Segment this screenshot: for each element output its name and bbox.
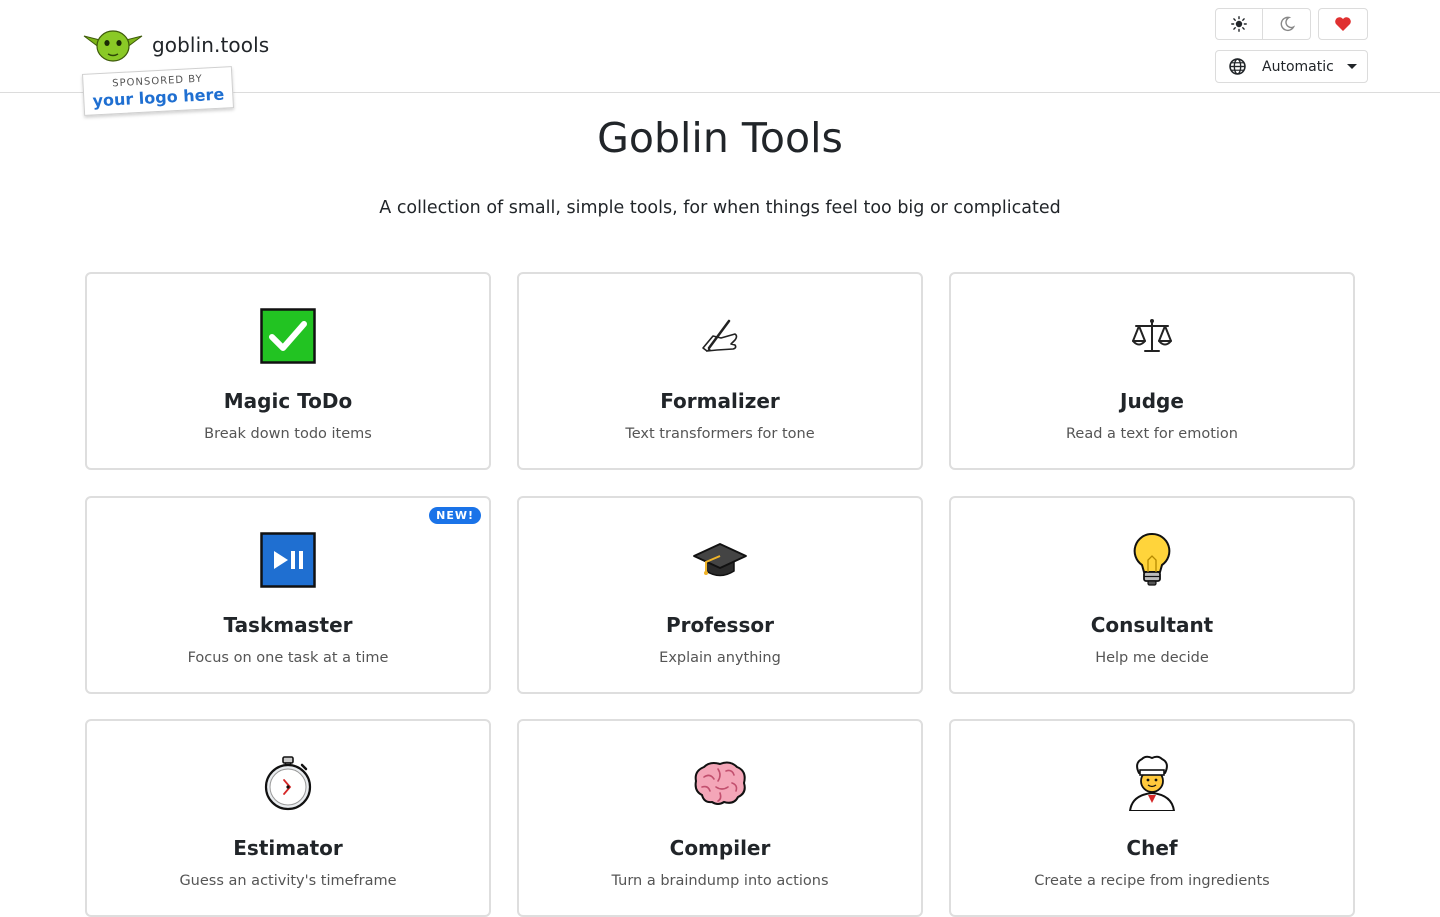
page-subtitle: A collection of small, simple tools, for… — [379, 198, 1061, 218]
brand-link[interactable]: goblin.tools — [82, 26, 269, 64]
sun-icon — [1231, 16, 1247, 32]
tool-description: Break down todo items — [204, 426, 372, 442]
tool-card-estimator[interactable]: Estimator Guess an activity's timeframe — [85, 719, 491, 917]
tool-card-chef[interactable]: Chef Create a recipe from ingredients — [949, 719, 1355, 917]
tool-title: Chef — [1126, 836, 1178, 860]
tool-description: Text transformers for tone — [625, 426, 815, 442]
tool-card-magic-todo[interactable]: Magic ToDo Break down todo items — [85, 272, 491, 470]
tool-card-professor[interactable]: Professor Explain anything — [517, 496, 923, 694]
support-button[interactable] — [1318, 8, 1368, 40]
page-title: Goblin Tools — [597, 114, 843, 162]
checkmark-icon — [260, 308, 316, 364]
chef-icon — [1128, 755, 1176, 811]
globe-icon — [1229, 58, 1246, 75]
play-pause-icon — [260, 532, 316, 588]
light-theme-button[interactable] — [1215, 8, 1263, 40]
tool-title: Formalizer — [660, 389, 780, 413]
tool-title: Taskmaster — [223, 613, 353, 637]
tool-description: Read a text for emotion — [1065, 426, 1238, 442]
graduation-cap-icon — [693, 543, 747, 577]
light-bulb-icon — [1133, 532, 1171, 586]
dark-theme-button[interactable] — [1263, 8, 1311, 40]
tool-description: Explain anything — [659, 650, 781, 666]
scales-icon — [1132, 319, 1172, 352]
language-select[interactable]: Automatic — [1215, 50, 1368, 83]
writing-hand-icon — [702, 319, 738, 352]
brand-name: goblin.tools — [152, 33, 270, 57]
brain-icon — [694, 761, 746, 805]
goblin-head-icon — [83, 30, 143, 62]
tool-title: Professor — [666, 613, 774, 637]
tool-title: Judge — [1120, 389, 1184, 413]
tool-card-taskmaster[interactable]: NEW! Taskmaster Focus on one task at a t… — [85, 496, 491, 694]
new-badge: NEW! — [429, 507, 481, 524]
tool-description: Guess an activity's timeframe — [179, 873, 397, 889]
tool-description: Help me decide — [1095, 650, 1209, 666]
tool-title: Compiler — [669, 836, 771, 860]
heart-icon — [1335, 17, 1351, 31]
language-selected-value: Automatic — [1262, 58, 1334, 75]
tool-card-judge[interactable]: Judge Read a text for emotion — [949, 272, 1355, 470]
tool-card-formalizer[interactable]: Formalizer Text transformers for tone — [517, 272, 923, 470]
stopwatch-icon — [264, 756, 312, 811]
tool-title: Estimator — [233, 836, 343, 860]
tool-card-compiler[interactable]: Compiler Turn a braindump into actions — [517, 719, 923, 917]
chevron-down-icon — [1347, 64, 1357, 69]
tool-description: Turn a braindump into actions — [611, 873, 829, 889]
tool-title: Magic ToDo — [223, 389, 353, 413]
theme-toggle-group — [1215, 8, 1311, 40]
tool-card-consultant[interactable]: Consultant Help me decide — [949, 496, 1355, 694]
tool-description: Focus on one task at a time — [187, 650, 389, 666]
moon-icon — [1280, 16, 1295, 32]
tool-title: Consultant — [1090, 613, 1214, 637]
tool-description: Create a recipe from ingredients — [1034, 873, 1270, 889]
top-navbar: goblin.tools SPONSORED BY your logo here — [0, 0, 1440, 116]
support-group — [1318, 8, 1368, 40]
sponsor-banner[interactable]: SPONSORED BY your logo here — [82, 66, 234, 116]
